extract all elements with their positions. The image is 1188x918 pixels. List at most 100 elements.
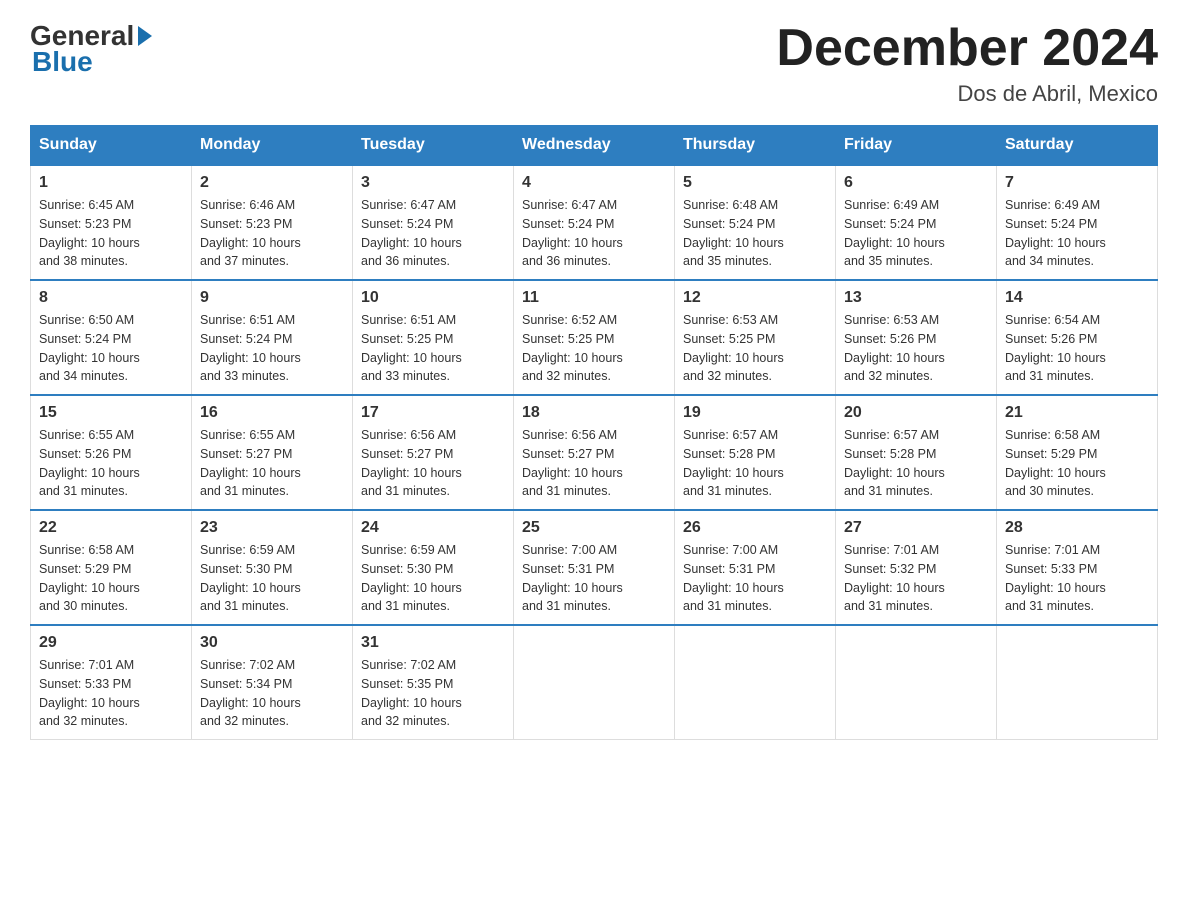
day-info: Sunrise: 6:59 AMSunset: 5:30 PMDaylight:… [361,541,505,616]
calendar-day-cell: 12 Sunrise: 6:53 AMSunset: 5:25 PMDayligh… [675,280,836,395]
day-info: Sunrise: 6:53 AMSunset: 5:26 PMDaylight:… [844,311,988,386]
day-info: Sunrise: 7:00 AMSunset: 5:31 PMDaylight:… [683,541,827,616]
calendar-day-cell [675,625,836,740]
calendar-week-row: 29 Sunrise: 7:01 AMSunset: 5:33 PMDayligh… [31,625,1158,740]
day-number: 18 [522,404,666,422]
calendar-day-cell: 7Sunrise: 6:49 AMSunset: 5:24 PMDaylight… [997,165,1158,280]
calendar-day-cell: 5 Sunrise: 6:48 AMSunset: 5:24 PMDaylight… [675,165,836,280]
calendar-day-cell [997,625,1158,740]
day-number: 2 [200,174,344,192]
calendar-day-cell: 16 Sunrise: 6:55 AMSunset: 5:27 PMDayligh… [192,395,353,510]
day-info: Sunrise: 6:58 AMSunset: 5:29 PMDaylight:… [1005,426,1149,501]
calendar-day-cell: 9 Sunrise: 6:51 AMSunset: 5:24 PMDaylight… [192,280,353,395]
day-info: Sunrise: 6:49 AMSunset: 5:24 PMDaylight:… [844,196,988,271]
day-info: Sunrise: 6:51 AMSunset: 5:25 PMDaylight:… [361,311,505,386]
header: General Blue December 2024 Dos de Abril,… [30,20,1158,107]
calendar-day-cell: 19 Sunrise: 6:57 AMSunset: 5:28 PMDayligh… [675,395,836,510]
day-info: Sunrise: 6:53 AMSunset: 5:25 PMDaylight:… [683,311,827,386]
day-number: 27 [844,519,988,537]
day-number: 8 [39,289,183,307]
calendar-day-cell: 24 Sunrise: 6:59 AMSunset: 5:30 PMDayligh… [353,510,514,625]
day-number: 5 [683,174,827,192]
day-info: Sunrise: 6:49 AMSunset: 5:24 PMDaylight:… [1005,196,1149,271]
calendar-day-cell: 23 Sunrise: 6:59 AMSunset: 5:30 PMDayligh… [192,510,353,625]
calendar-day-cell: 8 Sunrise: 6:50 AMSunset: 5:24 PMDaylight… [31,280,192,395]
day-info: Sunrise: 7:00 AMSunset: 5:31 PMDaylight:… [522,541,666,616]
calendar-day-cell: 22 Sunrise: 6:58 AMSunset: 5:29 PMDayligh… [31,510,192,625]
calendar-day-cell [836,625,997,740]
day-info: Sunrise: 6:57 AMSunset: 5:28 PMDaylight:… [844,426,988,501]
calendar-day-cell: 14 Sunrise: 6:54 AMSunset: 5:26 PMDayligh… [997,280,1158,395]
day-number: 19 [683,404,827,422]
day-number: 24 [361,519,505,537]
day-number: 21 [1005,404,1149,422]
day-number: 14 [1005,289,1149,307]
title-area: December 2024 Dos de Abril, Mexico [776,20,1158,107]
calendar-header-row: SundayMondayTuesdayWednesdayThursdayFrid… [31,126,1158,166]
day-info: Sunrise: 6:58 AMSunset: 5:29 PMDaylight:… [39,541,183,616]
day-number: 30 [200,634,344,652]
calendar-header-tuesday: Tuesday [353,126,514,166]
calendar-day-cell: 28 Sunrise: 7:01 AMSunset: 5:33 PMDayligh… [997,510,1158,625]
day-number: 15 [39,404,183,422]
calendar-day-cell: 18Sunrise: 6:56 AMSunset: 5:27 PMDayligh… [514,395,675,510]
day-info: Sunrise: 6:55 AMSunset: 5:27 PMDaylight:… [200,426,344,501]
day-info: Sunrise: 6:54 AMSunset: 5:26 PMDaylight:… [1005,311,1149,386]
day-info: Sunrise: 6:47 AMSunset: 5:24 PMDaylight:… [361,196,505,271]
day-info: Sunrise: 6:48 AMSunset: 5:24 PMDaylight:… [683,196,827,271]
day-number: 16 [200,404,344,422]
day-number: 11 [522,289,666,307]
calendar-day-cell: 21 Sunrise: 6:58 AMSunset: 5:29 PMDayligh… [997,395,1158,510]
day-info: Sunrise: 7:01 AMSunset: 5:33 PMDaylight:… [1005,541,1149,616]
day-info: Sunrise: 6:46 AMSunset: 5:23 PMDaylight:… [200,196,344,271]
calendar-header-saturday: Saturday [997,126,1158,166]
calendar-day-cell: 31Sunrise: 7:02 AMSunset: 5:35 PMDayligh… [353,625,514,740]
day-number: 12 [683,289,827,307]
calendar-day-cell: 1 Sunrise: 6:45 AMSunset: 5:23 PMDaylight… [31,165,192,280]
calendar-header-friday: Friday [836,126,997,166]
calendar-day-cell: 29 Sunrise: 7:01 AMSunset: 5:33 PMDayligh… [31,625,192,740]
day-number: 29 [39,634,183,652]
day-number: 31 [361,634,505,652]
day-info: Sunrise: 6:45 AMSunset: 5:23 PMDaylight:… [39,196,183,271]
day-number: 26 [683,519,827,537]
calendar-table: SundayMondayTuesdayWednesdayThursdayFrid… [30,125,1158,740]
day-info: Sunrise: 6:59 AMSunset: 5:30 PMDaylight:… [200,541,344,616]
calendar-day-cell: 27 Sunrise: 7:01 AMSunset: 5:32 PMDayligh… [836,510,997,625]
day-info: Sunrise: 6:52 AMSunset: 5:25 PMDaylight:… [522,311,666,386]
day-number: 10 [361,289,505,307]
calendar-day-cell: 6 Sunrise: 6:49 AMSunset: 5:24 PMDaylight… [836,165,997,280]
day-info: Sunrise: 7:01 AMSunset: 5:32 PMDaylight:… [844,541,988,616]
calendar-week-row: 22 Sunrise: 6:58 AMSunset: 5:29 PMDayligh… [31,510,1158,625]
day-number: 20 [844,404,988,422]
page-title: December 2024 [776,20,1158,77]
calendar-day-cell: 3 Sunrise: 6:47 AMSunset: 5:24 PMDaylight… [353,165,514,280]
day-number: 9 [200,289,344,307]
calendar-week-row: 15Sunrise: 6:55 AMSunset: 5:26 PMDayligh… [31,395,1158,510]
day-info: Sunrise: 7:01 AMSunset: 5:33 PMDaylight:… [39,656,183,731]
day-number: 3 [361,174,505,192]
day-info: Sunrise: 6:51 AMSunset: 5:24 PMDaylight:… [200,311,344,386]
day-number: 22 [39,519,183,537]
day-number: 17 [361,404,505,422]
calendar-day-cell: 30Sunrise: 7:02 AMSunset: 5:34 PMDayligh… [192,625,353,740]
logo: General Blue [30,20,152,78]
day-number: 1 [39,174,183,192]
calendar-week-row: 1 Sunrise: 6:45 AMSunset: 5:23 PMDaylight… [31,165,1158,280]
day-info: Sunrise: 6:57 AMSunset: 5:28 PMDaylight:… [683,426,827,501]
day-number: 6 [844,174,988,192]
logo-arrow-icon [138,26,152,46]
calendar-day-cell: 26 Sunrise: 7:00 AMSunset: 5:31 PMDayligh… [675,510,836,625]
day-number: 28 [1005,519,1149,537]
day-info: Sunrise: 6:50 AMSunset: 5:24 PMDaylight:… [39,311,183,386]
day-number: 25 [522,519,666,537]
calendar-day-cell: 17Sunrise: 6:56 AMSunset: 5:27 PMDayligh… [353,395,514,510]
day-number: 23 [200,519,344,537]
calendar-day-cell: 4Sunrise: 6:47 AMSunset: 5:24 PMDaylight… [514,165,675,280]
calendar-header-monday: Monday [192,126,353,166]
calendar-day-cell: 15Sunrise: 6:55 AMSunset: 5:26 PMDayligh… [31,395,192,510]
logo-blue-text: Blue [30,46,93,78]
calendar-day-cell: 2 Sunrise: 6:46 AMSunset: 5:23 PMDaylight… [192,165,353,280]
day-number: 4 [522,174,666,192]
calendar-header-sunday: Sunday [31,126,192,166]
